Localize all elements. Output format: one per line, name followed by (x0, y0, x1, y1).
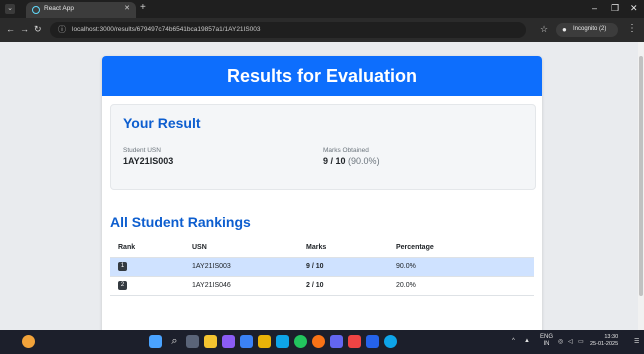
notification-icon[interactable]: ☰ (634, 338, 639, 345)
tray-chevron-icon[interactable]: ^ (512, 338, 515, 344)
tab-search-icon[interactable]: ⌄ (5, 4, 15, 14)
row-usn: 1AY21IS046 (192, 282, 231, 289)
rankings-table-header: Rank USN Marks Percentage (110, 242, 534, 256)
marks-label: Marks Obtained (323, 147, 369, 154)
vscode-icon[interactable] (330, 335, 343, 348)
word-icon[interactable] (366, 335, 379, 348)
volume-icon[interactable]: ◁ (568, 338, 573, 345)
page-scrollbar[interactable] (638, 42, 644, 330)
system-clock[interactable]: 13:30 25-01-2025 (590, 334, 618, 348)
your-result-heading: Your Result (123, 115, 201, 131)
battery-icon[interactable]: ▭ (578, 338, 584, 345)
window-close-icon[interactable]: ✕ (630, 3, 638, 14)
incognito-profile-button[interactable]: ● Incognito (2) (556, 23, 618, 37)
page-viewport: Results for Evaluation Your Result Stude… (0, 42, 644, 330)
row-percentage: 20.0% (396, 282, 416, 289)
table-row: 2 1AY21IS046 2 / 10 20.0% (110, 277, 534, 295)
taskbar: ⌕ ^ ▲ ENG IN ◎ ◁ ▭ 13:30 25-01-2025 ☰ (0, 330, 644, 354)
chrome-icon[interactable] (294, 335, 307, 348)
results-card: Results for Evaluation Your Result Stude… (102, 56, 542, 330)
scrollbar-thumb[interactable] (639, 56, 643, 296)
reload-icon[interactable]: ↻ (34, 24, 42, 35)
row-usn: 1AY21IS003 (192, 263, 231, 270)
rankings-heading: All Student Rankings (110, 214, 251, 230)
react-favicon-icon (32, 6, 40, 14)
tray-app-icon[interactable]: ▲ (524, 338, 530, 344)
minimize-icon[interactable]: – (592, 3, 597, 13)
store-icon[interactable] (276, 335, 289, 348)
language-indicator[interactable]: ENG IN (540, 334, 553, 348)
forward-icon[interactable]: → (20, 24, 29, 34)
notes-icon[interactable] (258, 335, 271, 348)
rank-badge: 2 (118, 281, 127, 290)
incognito-label: Incognito (2) (573, 26, 607, 32)
row-marks: 2 / 10 (306, 282, 324, 289)
bookmark-star-icon[interactable]: ☆ (540, 24, 548, 35)
page-title: Results for Evaluation (102, 56, 542, 96)
tab-title: React App (44, 5, 74, 12)
row-percentage: 90.0% (396, 263, 416, 270)
maximize-icon[interactable]: ❐ (611, 3, 619, 14)
browser-tab-strip: ⌄ React App ✕ + – ❐ ✕ (0, 0, 644, 18)
start-icon[interactable] (149, 335, 162, 348)
address-bar[interactable]: ⓘ localhost:3000/results/679497c74b6541b… (50, 22, 526, 38)
col-rank: Rank (118, 244, 136, 251)
media-icon[interactable] (348, 335, 361, 348)
browser-app-icon[interactable] (384, 335, 397, 348)
your-result-panel: Your Result Student USN 1AY21IS003 Marks… (110, 104, 536, 190)
weather-widget-icon[interactable] (22, 335, 35, 348)
site-info-icon[interactable]: ⓘ (58, 24, 66, 35)
marks-value: 9 / 10 (90.0%) (323, 156, 380, 166)
firefox-icon[interactable] (312, 335, 325, 348)
new-tab-icon[interactable]: + (140, 2, 146, 13)
search-icon[interactable]: ⌕ (168, 335, 181, 348)
tab-close-icon[interactable]: ✕ (124, 4, 130, 12)
back-icon[interactable]: ← (6, 24, 15, 34)
rank-badge: 1 (118, 262, 127, 271)
address-url: localhost:3000/results/679497c74b6541bca… (72, 26, 261, 33)
file-explorer-icon[interactable] (204, 335, 217, 348)
visual-studio-icon[interactable] (240, 335, 253, 348)
usn-value: 1AY21IS003 (123, 156, 174, 166)
incognito-icon: ● (562, 25, 567, 34)
task-view-icon[interactable] (186, 335, 199, 348)
table-divider (110, 295, 534, 296)
col-percentage: Percentage (396, 244, 434, 251)
app-icon[interactable] (222, 335, 235, 348)
col-usn: USN (192, 244, 207, 251)
row-marks: 9 / 10 (306, 263, 324, 270)
browser-menu-icon[interactable]: ⋮ (627, 23, 637, 34)
col-marks: Marks (306, 244, 327, 251)
browser-toolbar: ← → ↻ ⓘ localhost:3000/results/679497c74… (0, 18, 644, 42)
table-row: 1 1AY21IS003 9 / 10 90.0% (110, 258, 534, 276)
usn-label: Student USN (123, 147, 161, 154)
wifi-icon[interactable]: ◎ (558, 338, 563, 345)
browser-tab[interactable]: React App ✕ (26, 2, 136, 18)
